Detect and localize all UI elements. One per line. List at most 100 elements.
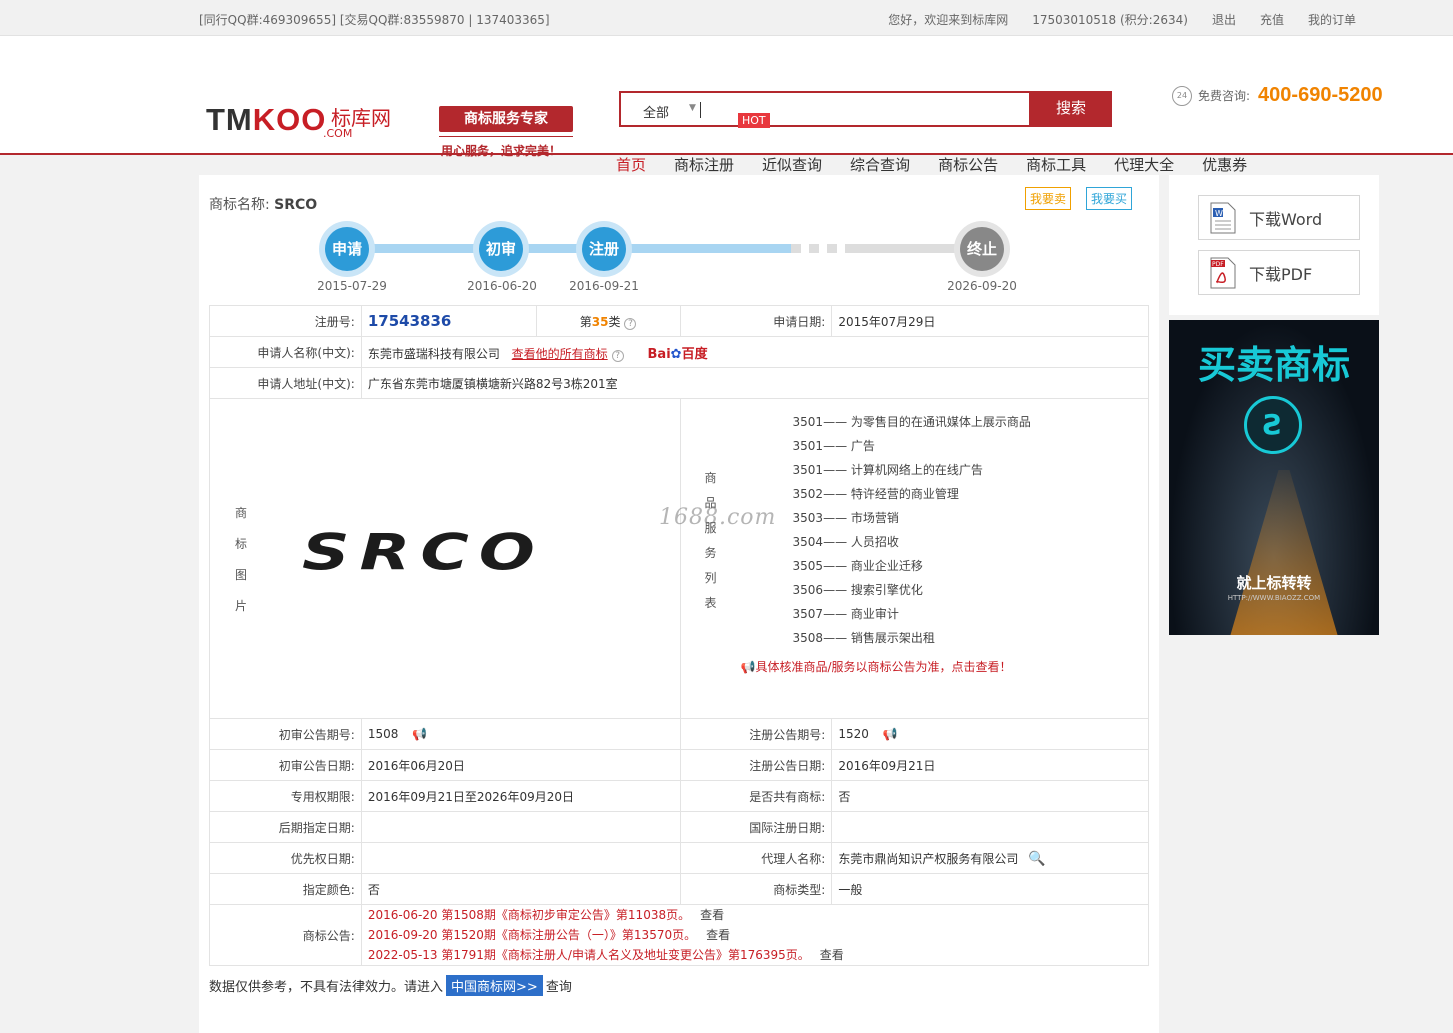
- search-icon[interactable]: 🔍: [1028, 851, 1045, 867]
- trademark-name: 商标名称: SRCO: [209, 194, 317, 214]
- apply-date-label: 申请日期:: [679, 305, 833, 337]
- recharge-link[interactable]: 充值: [1260, 11, 1284, 28]
- help-icon[interactable]: ?: [624, 317, 637, 330]
- pdf-file-icon: PDF: [1209, 257, 1237, 289]
- nav-announcements[interactable]: 商标公告: [938, 154, 998, 175]
- list-item: 3503—— 市场营销: [792, 511, 899, 525]
- sell-button[interactable]: 我要卖: [1025, 187, 1072, 210]
- download-pdf-label: 下载PDF: [1249, 264, 1313, 284]
- user-account-link[interactable]: 17503010518 (积分:2634): [1032, 11, 1188, 28]
- list-item: 3505—— 商业企业迁移: [792, 559, 923, 573]
- site-header: TMKOO 标库网 .COM 商标服务专家 用心服务，追求完美！ 全部 ▼ HO…: [0, 36, 1453, 174]
- list-item: 3501—— 计算机网络上的在线广告: [792, 463, 983, 477]
- nav-agents[interactable]: 代理大全: [1114, 154, 1174, 175]
- list-item: 3506—— 搜索引擎优化: [792, 583, 923, 597]
- table-row: 专用权期限: 2016年09月21日至2026年09月20日 是否共有商标: 否: [209, 780, 1149, 812]
- my-orders-link[interactable]: 我的订单: [1308, 11, 1356, 28]
- agent-value: 东莞市鼎尚知识产权服务有限公司: [838, 851, 1019, 866]
- welcome-text: 您好，欢迎来到标库网: [888, 13, 1009, 27]
- intl-date-label: 国际注册日期:: [679, 811, 833, 843]
- table-row: 初审公告日期: 2016年06月20日 注册公告日期: 2016年09月21日: [209, 749, 1149, 781]
- all-marks-link[interactable]: 查看他的所有商标: [512, 347, 608, 361]
- shared-label: 是否共有商标:: [679, 780, 833, 812]
- chevron-down-icon[interactable]: ▼: [689, 103, 696, 113]
- list-item: 3508—— 销售展示架出租: [792, 631, 935, 645]
- gazette-view-link[interactable]: 查看: [820, 948, 844, 962]
- nav-coupons[interactable]: 优惠券: [1202, 154, 1247, 175]
- ad-subtitle: 就上标转转: [1236, 574, 1312, 592]
- search-scope-select[interactable]: 全部: [643, 102, 669, 121]
- services-note-text: 具体核准商品/服务以商标公告为准，点击查看！: [755, 660, 1012, 674]
- logo-koo: KOO: [252, 102, 327, 137]
- text-cursor: [700, 102, 701, 118]
- step-terminate: 终止: [954, 221, 1010, 277]
- cn-trademark-link[interactable]: 中国商标网>>: [446, 975, 543, 996]
- nav-register[interactable]: 商标注册: [674, 154, 734, 175]
- trademark-image: SRCO: [302, 523, 545, 582]
- services-label-char: 商: [704, 471, 717, 485]
- exclusive-label: 专用权期限:: [209, 780, 362, 812]
- hot-badge: HOT: [738, 113, 770, 128]
- class-no[interactable]: 35: [592, 315, 609, 329]
- agent-cell: 东莞市鼎尚知识产权服务有限公司 🔍: [831, 842, 1149, 874]
- nav-comprehensive-search[interactable]: 综合查询: [850, 154, 910, 175]
- buy-button[interactable]: 我要买: [1086, 187, 1133, 210]
- gazette-list: 2016-06-20 第1508期《商标初步审定公告》第11038页。 查看 20…: [360, 904, 1150, 966]
- list-item: 3501—— 为零售目的在通讯媒体上展示商品: [792, 415, 1031, 429]
- step-register-date: 2016-09-21: [569, 279, 639, 293]
- step-terminate-date: 2026-09-20: [947, 279, 1017, 293]
- prelim-no-cell: 1508 📢: [360, 718, 681, 750]
- gazette-text: 2016-06-20 第1508期《商标初步审定公告》第11038页。: [367, 908, 691, 922]
- trade-ad-banner[interactable]: 买卖商标 Ƨ 就上标转转 HTTP://WWW.BIAOZZ.COM: [1169, 320, 1379, 635]
- disclaimer-text: 数据仅供参考，不具有法律效力。请进入: [209, 980, 444, 995]
- nav-similar-search[interactable]: 近似查询: [762, 154, 822, 175]
- table-row: 申请人地址(中文): 广东省东莞市塘厦镇横塘新兴路82号3栋201室: [209, 367, 1150, 399]
- search-box: 全部 ▼: [619, 91, 1031, 127]
- table-row: 注册号: 17543836 第35类? 申请日期: 2015年07月29日: [209, 305, 1149, 337]
- ad-url: HTTP://WWW.BIAOZZ.COM: [1227, 594, 1321, 602]
- later-date-label: 后期指定日期:: [209, 811, 362, 843]
- svg-text:PDF: PDF: [1212, 261, 1224, 268]
- services-note-link[interactable]: 📢具体核准商品/服务以商标公告为准，点击查看！: [741, 658, 1012, 675]
- road-light-graphic: [1229, 470, 1339, 635]
- download-pdf-button[interactable]: PDF 下载PDF: [1198, 250, 1360, 295]
- trademark-info-table: 注册号: 17543836 第35类? 申请日期: 2015年07月29日 申请…: [209, 305, 1150, 966]
- megaphone-icon[interactable]: 📢: [412, 727, 427, 741]
- help-icon[interactable]: ?: [611, 349, 624, 362]
- reg-no-cell: 17543836: [360, 305, 537, 337]
- nav-home[interactable]: 首页: [616, 154, 646, 175]
- reg-pub-no-label: 注册公告期号:: [679, 718, 833, 750]
- list-item: 2016-09-20 第1520期《商标注册公告（一）》第13570页。 查看: [368, 925, 1142, 945]
- search-button[interactable]: 搜索: [1030, 91, 1112, 127]
- download-word-button[interactable]: W 下载Word: [1198, 195, 1360, 240]
- step-apply: 申请: [319, 221, 375, 277]
- prelim-date-label: 初审公告日期:: [209, 749, 362, 781]
- list-item: 3504—— 人员招收: [792, 535, 899, 549]
- list-item: 3501—— 广告: [792, 439, 875, 453]
- trademark-name-value: SRCO: [274, 197, 318, 213]
- reg-no-value: 17543836: [367, 312, 452, 330]
- intl-date-value: [831, 811, 1149, 843]
- exclusive-value: 2016年09月21日至2026年09月20日: [360, 780, 681, 812]
- site-logo[interactable]: TMKOO: [206, 102, 326, 138]
- slogan-sub: 用心服务，追求完美！: [441, 144, 562, 158]
- step-apply-label: 申请: [325, 227, 369, 271]
- services-cell: 商 品 服 务 列 表 3501—— 为零售目的在通讯媒体上展示商品 3501—…: [679, 398, 1150, 719]
- qq-groups-text: [同行QQ群:469309655] [交易QQ群:83559870 | 1374…: [199, 13, 550, 27]
- table-row: 指定颜色: 否 商标类型: 一般: [209, 873, 1149, 905]
- apply-date-value: 2015年07月29日: [831, 305, 1149, 337]
- gazette-view-link[interactable]: 查看: [706, 928, 730, 942]
- later-date-value: [360, 811, 681, 843]
- logout-link[interactable]: 退出: [1212, 11, 1236, 28]
- main-nav: 首页 商标注册 近似查询 综合查询 商标公告 商标工具 代理大全 优惠券: [616, 154, 1275, 175]
- reg-pub-no-cell: 1520 📢: [831, 718, 1149, 750]
- baidu-search-link[interactable]: Bai✿百度: [648, 347, 708, 362]
- megaphone-icon[interactable]: 📢: [883, 727, 898, 741]
- applicant-label: 申请人名称(中文):: [209, 336, 362, 368]
- step-apply-date: 2015-07-29: [317, 279, 387, 293]
- hotline: 24 免费咨询: 400-690-5200: [1172, 84, 1383, 107]
- word-file-icon: W: [1209, 202, 1237, 234]
- nav-tools[interactable]: 商标工具: [1026, 154, 1086, 175]
- gazette-view-link[interactable]: 查看: [700, 908, 724, 922]
- step-register-label: 注册: [582, 227, 626, 271]
